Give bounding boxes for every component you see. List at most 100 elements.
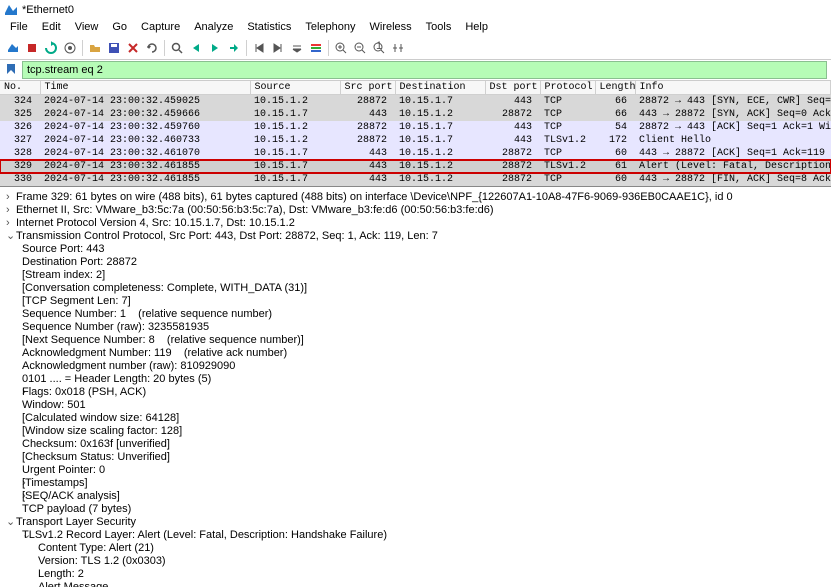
packet-list-header[interactable]: No. Time Source Src port Destination Dst… (0, 81, 831, 95)
packet-list-pane[interactable]: No. Time Source Src port Destination Dst… (0, 81, 831, 187)
menu-view[interactable]: View (69, 20, 105, 37)
tcp-seglen[interactable]: [TCP Segment Len: 7] (6, 295, 825, 308)
cell-dport: 443 (485, 95, 540, 108)
packet-row[interactable]: 3302024-07-14 23:00:32.46185510.15.1.744… (0, 173, 831, 186)
tcp-conv[interactable]: [Conversation completeness: Complete, WI… (6, 282, 825, 295)
tls-version[interactable]: Version: TLS 1.2 (0x0303) (6, 555, 825, 568)
reload-icon[interactable] (143, 39, 161, 57)
packet-row[interactable]: 3252024-07-14 23:00:32.45966610.15.1.744… (0, 108, 831, 121)
cell-no: 328 (0, 147, 40, 160)
cell-info: 443 → 28872 [FIN, ACK] Seq=8 Ack=119 Win… (635, 173, 831, 186)
menu-wireless[interactable]: Wireless (364, 20, 418, 37)
collapse-icon[interactable]: ⌄ (6, 581, 38, 587)
tcp-flags[interactable]: Flags: 0x018 (PSH, ACK) (22, 386, 146, 398)
tcp-payload[interactable]: TCP payload (7 bytes) (6, 503, 825, 516)
tcp-stream[interactable]: [Stream index: 2] (6, 269, 825, 282)
tcp-seqnum[interactable]: Sequence Number: 1 (relative sequence nu… (6, 308, 825, 321)
packet-row[interactable]: 3242024-07-14 23:00:32.45902510.15.1.228… (0, 95, 831, 108)
col-source[interactable]: Source (250, 81, 340, 95)
start-capture-icon[interactable] (4, 39, 22, 57)
display-filter-input[interactable] (22, 61, 827, 79)
tls-length[interactable]: Length: 2 (6, 568, 825, 581)
menu-statistics[interactable]: Statistics (241, 20, 297, 37)
ip-line[interactable]: Internet Protocol Version 4, Src: 10.15.… (16, 217, 295, 229)
cell-no: 324 (0, 95, 40, 108)
cell-no: 325 (0, 108, 40, 121)
tls-alertmsg[interactable]: Alert Message (38, 581, 108, 587)
go-first-icon[interactable] (250, 39, 268, 57)
tls-line[interactable]: Transport Layer Security (16, 516, 136, 528)
packet-details-pane[interactable]: ›Frame 329: 61 bytes on wire (488 bits),… (0, 187, 831, 587)
zoom-in-icon[interactable] (332, 39, 350, 57)
expand-icon[interactable]: › (6, 386, 22, 399)
tcp-win[interactable]: Window: 501 (6, 399, 825, 412)
col-length[interactable]: Length (595, 81, 635, 95)
tcp-cksumst[interactable]: [Checksum Status: Unverified] (6, 451, 825, 464)
tcp-ackraw[interactable]: Acknowledgment number (raw): 810929090 (6, 360, 825, 373)
zoom-out-icon[interactable] (351, 39, 369, 57)
restart-capture-icon[interactable] (42, 39, 60, 57)
tcp-seqraw[interactable]: Sequence Number (raw): 3235581935 (6, 321, 825, 334)
save-file-icon[interactable] (105, 39, 123, 57)
cell-len: 60 (595, 147, 635, 160)
filter-bookmark-icon[interactable] (4, 62, 20, 78)
tcp-ts[interactable]: [Timestamps] (22, 477, 88, 489)
expand-icon[interactable]: › (6, 477, 22, 490)
expand-icon[interactable]: › (6, 191, 16, 204)
tls-ctype[interactable]: Content Type: Alert (21) (6, 542, 825, 555)
expand-icon[interactable]: › (6, 490, 22, 503)
find-icon[interactable] (168, 39, 186, 57)
packet-row[interactable]: 3282024-07-14 23:00:32.46107010.15.1.744… (0, 147, 831, 160)
resize-columns-icon[interactable] (389, 39, 407, 57)
open-file-icon[interactable] (86, 39, 104, 57)
go-last-icon[interactable] (269, 39, 287, 57)
col-time[interactable]: Time (40, 81, 250, 95)
tcp-dstport[interactable]: Destination Port: 28872 (6, 256, 825, 269)
go-to-icon[interactable] (225, 39, 243, 57)
stop-capture-icon[interactable] (23, 39, 41, 57)
tcp-hdrlen[interactable]: 0101 .... = Header Length: 20 bytes (5) (6, 373, 825, 386)
col-protocol[interactable]: Protocol (540, 81, 595, 95)
menu-help[interactable]: Help (459, 20, 494, 37)
tcp-winscale[interactable]: [Window size scaling factor: 128] (6, 425, 825, 438)
tcp-nextseq[interactable]: [Next Sequence Number: 8 (relative seque… (6, 334, 825, 347)
tls-record[interactable]: TLSv1.2 Record Layer: Alert (Level: Fata… (22, 529, 387, 541)
tcp-acknum[interactable]: Acknowledgment Number: 119 (relative ack… (6, 347, 825, 360)
eth-line[interactable]: Ethernet II, Src: VMware_b3:5c:7a (00:50… (16, 204, 494, 216)
colorize-icon[interactable] (307, 39, 325, 57)
col-srcport[interactable]: Src port (340, 81, 395, 95)
tcp-srcport[interactable]: Source Port: 443 (6, 243, 825, 256)
col-destination[interactable]: Destination (395, 81, 485, 95)
tcp-line[interactable]: Transmission Control Protocol, Src Port:… (16, 230, 438, 242)
expand-icon[interactable]: › (6, 217, 16, 230)
col-info[interactable]: Info (635, 81, 831, 95)
tcp-seqack[interactable]: [SEQ/ACK analysis] (22, 490, 120, 502)
packet-row[interactable]: 3292024-07-14 23:00:32.46185510.15.1.744… (0, 160, 831, 173)
menu-file[interactable]: File (4, 20, 34, 37)
col-no[interactable]: No. (0, 81, 40, 95)
cell-src: 10.15.1.7 (250, 108, 340, 121)
col-dstport[interactable]: Dst port (485, 81, 540, 95)
menu-edit[interactable]: Edit (36, 20, 67, 37)
packet-row[interactable]: 3262024-07-14 23:00:32.45976010.15.1.228… (0, 121, 831, 134)
options-icon[interactable] (61, 39, 79, 57)
expand-icon[interactable]: › (6, 204, 16, 217)
packet-row[interactable]: 3272024-07-14 23:00:32.46073310.15.1.228… (0, 134, 831, 147)
tcp-cksum[interactable]: Checksum: 0x163f [unverified] (6, 438, 825, 451)
close-file-icon[interactable] (124, 39, 142, 57)
go-forward-icon[interactable] (206, 39, 224, 57)
tcp-urgent[interactable]: Urgent Pointer: 0 (6, 464, 825, 477)
auto-scroll-icon[interactable] (288, 39, 306, 57)
menu-capture[interactable]: Capture (135, 20, 186, 37)
collapse-icon[interactable]: ⌄ (6, 230, 16, 243)
menu-go[interactable]: Go (106, 20, 133, 37)
menu-tools[interactable]: Tools (420, 20, 458, 37)
zoom-reset-icon[interactable]: 1 (370, 39, 388, 57)
menu-telephony[interactable]: Telephony (299, 20, 361, 37)
tcp-calcwin[interactable]: [Calculated window size: 64128] (6, 412, 825, 425)
frame-line[interactable]: Frame 329: 61 bytes on wire (488 bits), … (16, 191, 733, 203)
go-back-icon[interactable] (187, 39, 205, 57)
collapse-icon[interactable]: ⌄ (6, 516, 16, 529)
collapse-icon[interactable]: ⌄ (6, 529, 22, 542)
menu-analyze[interactable]: Analyze (188, 20, 239, 37)
